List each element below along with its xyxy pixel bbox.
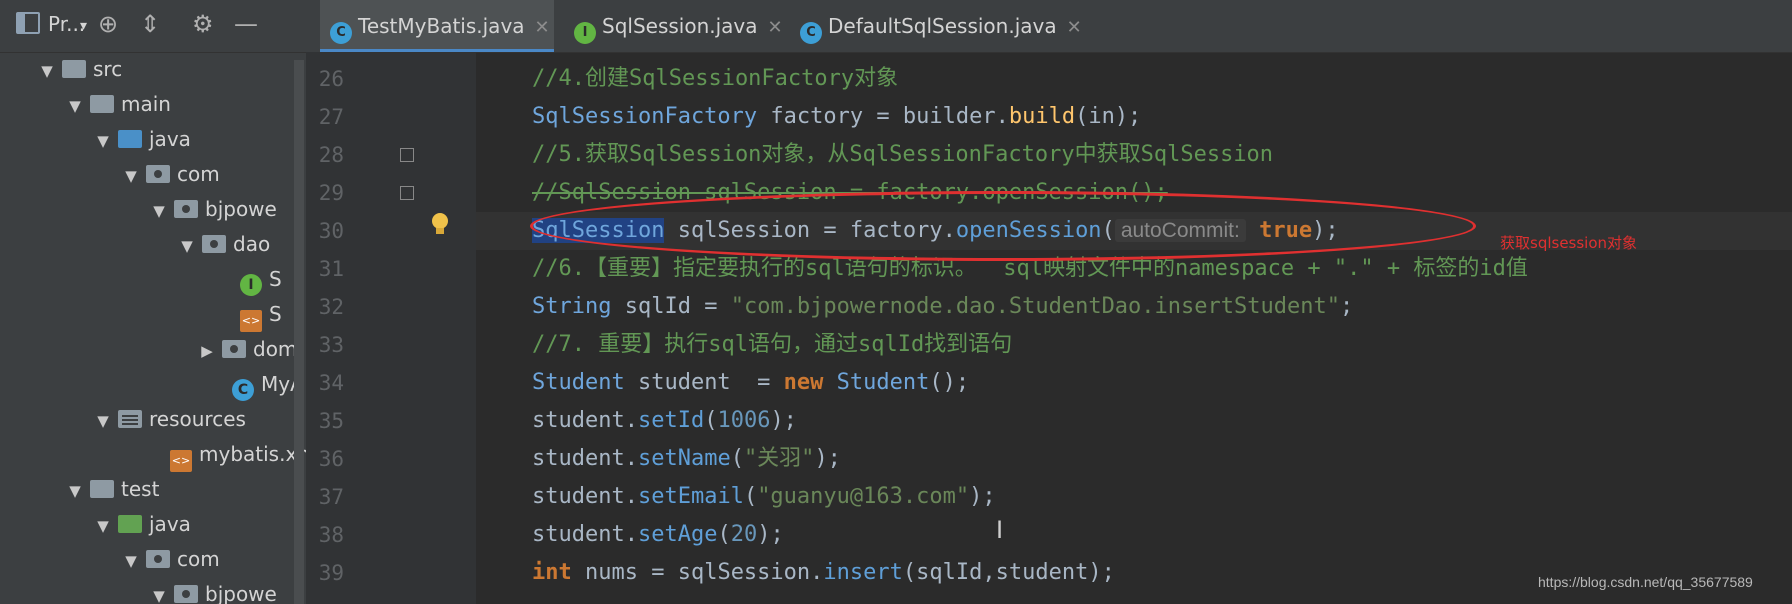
- close-icon[interactable]: ✕: [1067, 17, 1082, 38]
- tree-item-class-file[interactable]: C MyA: [228, 367, 304, 402]
- code-line-37[interactable]: student.setEmail("guanyu@163.com");: [532, 478, 996, 516]
- package-icon: [174, 585, 198, 603]
- chevron-down-icon[interactable]: ▼: [176, 229, 198, 264]
- tab-testmybatis[interactable]: C TestMyBatis.java ✕: [320, 0, 554, 52]
- line-number: 32: [318, 295, 344, 319]
- chevron-down-icon[interactable]: ▼: [92, 509, 114, 544]
- tree-item-test-bjpowernode[interactable]: ▼ bjpowe: [148, 577, 277, 604]
- editor-tab-bar: C TestMyBatis.java ✕ I SqlSession.java ✕ C De…: [306, 0, 1792, 53]
- test-source-folder-icon: [118, 515, 142, 533]
- resources-folder-icon: [118, 410, 142, 428]
- code-line-35[interactable]: student.setId(1006);: [532, 402, 797, 440]
- tree-item-test-java[interactable]: ▼ java: [92, 507, 191, 542]
- chevron-down-icon[interactable]: ▼: [64, 474, 86, 509]
- code-line-28[interactable]: //5.获取SqlSession对象，从SqlSessionFactory中获取…: [532, 136, 1273, 174]
- source-folder-icon: [118, 130, 142, 148]
- chevron-down-icon[interactable]: ▼: [120, 544, 142, 579]
- package-icon: [174, 200, 198, 218]
- collapse-all-icon[interactable]: ⇕: [140, 10, 160, 38]
- tree-item-com[interactable]: ▼ com: [120, 157, 220, 192]
- annotation-ellipse: [530, 191, 1476, 261]
- locate-icon[interactable]: ⊕: [98, 10, 118, 38]
- tree-item-xml-file[interactable]: <> S: [236, 297, 282, 332]
- xml-file-icon: <>: [170, 450, 192, 472]
- line-number: 37: [318, 485, 344, 509]
- folder-icon: [90, 95, 114, 113]
- tree-item-domain[interactable]: ▶ dom: [196, 332, 297, 367]
- tab-sqlsession[interactable]: I SqlSession.java ✕: [564, 0, 783, 52]
- tree-item-interface-file[interactable]: IS: [236, 262, 282, 297]
- chevron-down-icon[interactable]: ▼: [148, 194, 170, 229]
- text-cursor-icon: I: [996, 516, 1004, 544]
- package-icon: [222, 340, 246, 358]
- interface-icon: I: [574, 22, 596, 44]
- package-icon: [146, 550, 170, 568]
- code-line-32[interactable]: String sqlId = "com.bjpowernode.dao.Stud…: [532, 288, 1353, 326]
- xml-file-icon: <>: [240, 310, 262, 332]
- project-panel: Pr... ▾ ⊕ ⇕ ⚙ — ▼ src ▼ main ▼ java ▼ com ▼ b…: [0, 0, 306, 604]
- fold-marker-icon[interactable]: [400, 186, 414, 200]
- code-line-33[interactable]: //7. 重要】执行sql语句，通过sqlId找到语句: [532, 326, 1012, 364]
- line-number: 33: [318, 333, 344, 357]
- tree-item-bjpowernode[interactable]: ▼ bjpowe: [148, 192, 277, 227]
- code-line-36[interactable]: student.setName("关羽");: [532, 440, 841, 478]
- tree-item-java[interactable]: ▼ java: [92, 122, 191, 157]
- chevron-down-icon[interactable]: ▼: [92, 404, 114, 439]
- line-number: 36: [318, 447, 344, 471]
- tree-item-main[interactable]: ▼ main: [64, 87, 171, 122]
- folder-icon: [90, 480, 114, 498]
- chevron-right-icon[interactable]: ▶: [196, 334, 218, 369]
- line-number: 27: [318, 105, 344, 129]
- hide-icon[interactable]: —: [234, 10, 258, 38]
- project-window-icon[interactable]: [16, 12, 40, 34]
- tab-defaultsqlsession[interactable]: C DefaultSqlSession.java ✕: [790, 0, 1082, 52]
- line-number: 31: [318, 257, 344, 281]
- tree-item-test-com[interactable]: ▼ com: [120, 542, 220, 577]
- tree-item-resources[interactable]: ▼ resources: [92, 402, 246, 437]
- gear-icon[interactable]: ⚙: [192, 10, 214, 38]
- class-icon: C: [330, 22, 352, 44]
- annotation-label: 获取sqlsession对象: [1500, 234, 1638, 252]
- line-number: 26: [318, 67, 344, 91]
- code-line-27[interactable]: SqlSessionFactory factory = builder.buil…: [532, 98, 1141, 136]
- folder-icon: [62, 60, 86, 78]
- line-number: 39: [318, 561, 344, 585]
- chevron-down-icon[interactable]: ▼: [120, 159, 142, 194]
- chevron-down-icon[interactable]: ▼: [64, 89, 86, 124]
- interface-icon: I: [240, 274, 262, 296]
- chevron-down-icon[interactable]: ▼: [92, 124, 114, 159]
- tree-item-dao[interactable]: ▼ dao: [176, 227, 270, 262]
- code-line-34[interactable]: Student student = new Student();: [532, 364, 969, 402]
- fold-marker-icon[interactable]: [400, 148, 414, 162]
- project-toolbar: Pr... ▾ ⊕ ⇕ ⚙ —: [0, 0, 306, 53]
- line-number: 28: [318, 143, 344, 167]
- watermark: https://blog.csdn.net/qq_35677589: [1538, 574, 1753, 590]
- code-line-39[interactable]: int nums = sqlSession.insert(sqlId,stude…: [532, 554, 1115, 592]
- tree-item-test[interactable]: ▼ test: [64, 472, 159, 507]
- package-icon: [146, 165, 170, 183]
- line-number: 30: [318, 219, 344, 243]
- close-icon[interactable]: ✕: [768, 17, 783, 38]
- code-line-26[interactable]: //4.创建SqlSessionFactory对象: [532, 60, 898, 98]
- close-icon[interactable]: ✕: [535, 17, 550, 38]
- line-number: 29: [318, 181, 344, 205]
- tree-item-mybatis-xml[interactable]: <> mybatis.xm: [166, 437, 306, 472]
- package-icon: [202, 235, 226, 253]
- code-line-38[interactable]: student.setAge(20);: [532, 516, 784, 554]
- class-icon: C: [800, 22, 822, 44]
- chevron-down-icon[interactable]: ▼: [36, 54, 58, 89]
- line-number: 35: [318, 409, 344, 433]
- line-number: 34: [318, 371, 344, 395]
- project-scrollbar[interactable]: [294, 60, 304, 604]
- chevron-down-icon[interactable]: ▾: [80, 18, 87, 34]
- line-number: 38: [318, 523, 344, 547]
- lightbulb-icon[interactable]: [430, 212, 450, 236]
- chevron-down-icon[interactable]: ▼: [148, 579, 170, 604]
- tree-item-src[interactable]: ▼ src: [36, 52, 122, 87]
- class-icon: C: [232, 379, 254, 401]
